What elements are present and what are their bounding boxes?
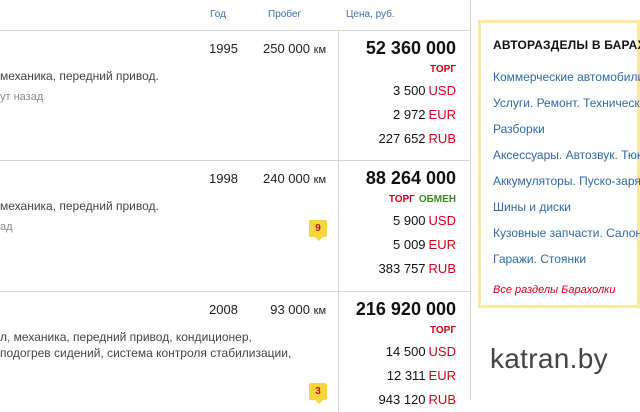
table-header: Год Пробег Цена, руб. [0,0,470,31]
price-usd: 3 500 USD [393,83,456,98]
listing-tags: ТОРГ [430,64,456,75]
sidebar-clip: АВТОРАЗДЕЛЫ В БАРАХОЛКЕ Коммерческие авт… [478,20,640,308]
sidebar-link-body-parts[interactable]: Кузовные запчасти. Салон [493,226,640,240]
listing-mileage: 250 000 км [263,41,326,56]
sort-mileage[interactable]: Пробег [268,9,301,20]
listing-mileage: 93 000 км [270,302,326,317]
listing-year: 1995 [209,41,238,56]
sidebar-all-sections-link[interactable]: Все разделы Барахолки [493,284,615,296]
listing-description: механика, передний привод. [0,199,159,213]
torg-tag: ТОРГ [388,194,415,205]
listing-row[interactable]: 1998 240 000 км механика, передний приво… [0,161,470,292]
sidebar-link-services[interactable]: Услуги. Ремонт. Техническое [493,96,640,110]
listing-mileage: 240 000 км [263,171,326,186]
site-logo[interactable]: katran.by [490,343,608,375]
listing-price: 216 920 000 [355,299,456,319]
price-usd: 5 900 USD [393,213,456,228]
price-divider [338,161,339,291]
sidebar-link-garages[interactable]: Гаражи. Стоянки [493,252,586,266]
listing-tags: ТОРГ ОБМЕН [389,194,456,205]
price-divider [338,292,339,412]
price-eur: 12 311 EUR [386,368,456,383]
torg-tag: ТОРГ [430,325,456,336]
listing-year: 2008 [209,302,238,317]
listing-description: л, механика, передний привод, кондиционе… [0,330,252,344]
listing-row[interactable]: 2008 93 000 км л, механика, передний при… [0,292,470,412]
sidebar-link-razborki[interactable]: Разборки [493,122,545,136]
price-divider [338,31,339,160]
sidebar-link-batteries[interactable]: Аккумуляторы. Пуско-зарядные [493,174,640,188]
photo-count-badge[interactable]: 9 [309,220,327,241]
sidebar-link-accessories[interactable]: Аксессуары. Автозвук. Тюнинг [493,148,640,162]
listing-tags: ТОРГ [430,325,456,336]
price-rub: 383 757 RUB [378,261,456,276]
sidebar-link-tires[interactable]: Шины и диски [493,200,571,214]
obmen-tag: ОБМЕН [418,194,456,205]
listing-row[interactable]: 1995 250 000 км механика, передний приво… [0,31,470,161]
sort-year[interactable]: Год [210,9,226,20]
price-rub: 227 652 RUB [378,131,456,146]
price-eur: 5 009 EUR [393,237,456,252]
listings-panel: Год Пробег Цена, руб. 1995 250 000 км ме… [0,0,471,412]
sidebar-title: АВТОРАЗДЕЛЫ В БАРАХОЛКЕ [493,38,640,52]
sort-price[interactable]: Цена, руб. [346,9,395,20]
listing-price: 88 264 000 [365,168,456,188]
listing-description: механика, передний привод. [0,69,159,83]
listing-description-line2: подогрев сидений, система контроля стаби… [0,346,292,360]
sidebar-categories: АВТОРАЗДЕЛЫ В БАРАХОЛКЕ Коммерческие авт… [478,20,640,308]
price-usd: 14 500 USD [385,344,456,359]
listing-price: 52 360 000 [365,38,456,58]
torg-tag: ТОРГ [430,64,456,75]
listing-year: 1998 [209,171,238,186]
sidebar-link-commercial[interactable]: Коммерческие автомобили [493,70,640,84]
listing-time: ут назад [0,91,44,103]
photo-count-badge[interactable]: 3 [309,383,327,404]
price-eur: 2 972 EUR [393,107,456,122]
listing-time: ад [0,221,13,233]
